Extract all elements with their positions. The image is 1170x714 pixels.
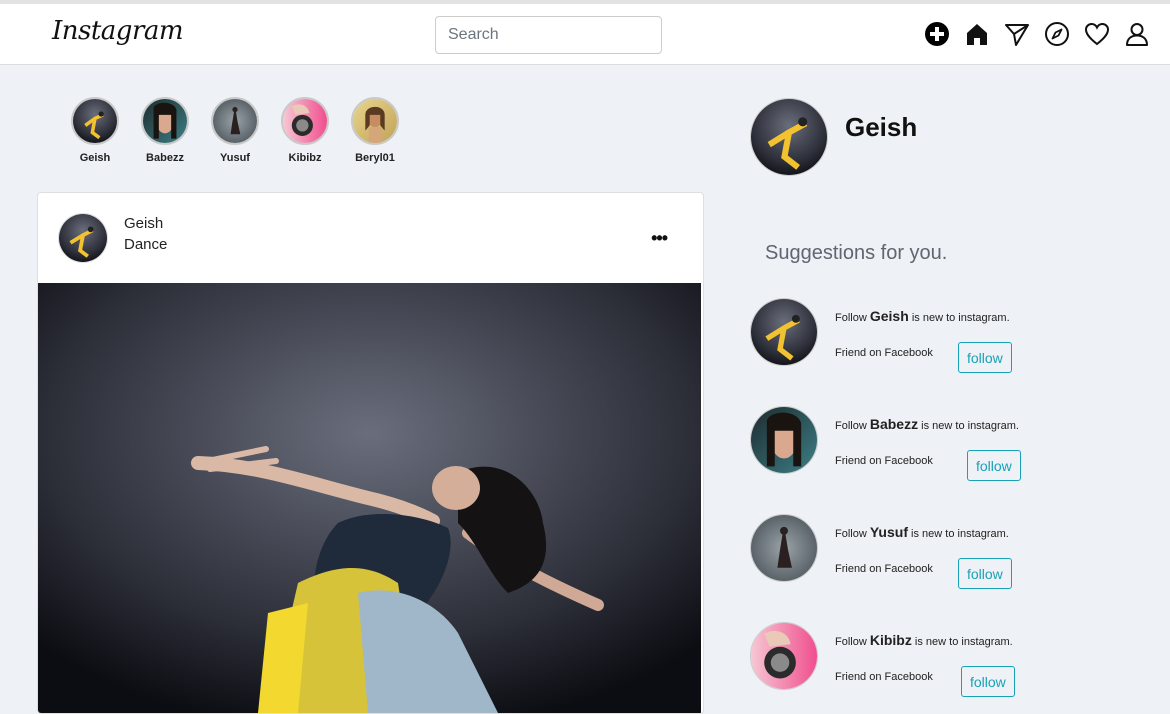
story-item[interactable]: Geish	[60, 97, 130, 164]
suggestion-item: Follow Geish is new to instagram. Friend…	[750, 298, 1150, 378]
user-icon[interactable]	[1124, 21, 1150, 47]
post-image[interactable]	[38, 283, 701, 713]
story-name: Yusuf	[220, 152, 250, 164]
suggestion-username[interactable]: Geish	[870, 308, 909, 324]
suggestion-subtext: Friend on Facebook	[835, 671, 933, 683]
suggestions-title: Suggestions for you.	[765, 242, 948, 264]
suggestion-avatar[interactable]	[750, 514, 818, 582]
follow-button[interactable]: follow	[967, 450, 1021, 481]
story-name: Geish	[79, 152, 111, 164]
story-avatar[interactable]	[351, 97, 399, 145]
suggestion-item: Follow Yusuf is new to instagram. Friend…	[750, 514, 1150, 594]
story-avatar[interactable]	[141, 97, 189, 145]
story-name: Beryl01	[355, 152, 395, 164]
top-navbar: Instagram	[0, 4, 1170, 65]
story-item[interactable]: Babezz	[130, 97, 200, 164]
suggestion-avatar[interactable]	[750, 298, 818, 366]
follow-button[interactable]: follow	[961, 666, 1015, 697]
suggestion-avatar[interactable]	[750, 622, 818, 690]
profile-name[interactable]: Geish	[845, 112, 917, 143]
suggestion-subtext: Friend on Facebook	[835, 347, 933, 359]
search-input[interactable]	[435, 16, 662, 54]
story-item[interactable]: Kibibz	[270, 97, 340, 164]
heart-icon[interactable]	[1084, 21, 1110, 47]
instagram-logo[interactable]: Instagram	[52, 16, 184, 46]
story-item[interactable]: Beryl01	[340, 97, 410, 164]
plus-circle-icon[interactable]	[924, 21, 950, 47]
story-item[interactable]: Yusuf	[200, 97, 270, 164]
story-name: Babezz	[146, 152, 184, 164]
suggestion-subtext: Friend on Facebook	[835, 455, 933, 467]
more-options-icon[interactable]: •••	[651, 229, 668, 247]
suggestion-text: Follow Geish is new to instagram.	[835, 308, 1010, 324]
story-name: Kibibz	[288, 152, 322, 164]
suggestion-subtext: Friend on Facebook	[835, 563, 933, 575]
profile-avatar[interactable]	[750, 98, 828, 176]
post-header: Geish Dance •••	[38, 193, 703, 283]
post-caption: Dance	[124, 236, 168, 253]
story-avatar[interactable]	[71, 97, 119, 145]
story-avatar[interactable]	[211, 97, 259, 145]
post-username[interactable]: Geish	[124, 215, 163, 232]
follow-button[interactable]: follow	[958, 558, 1012, 589]
suggestion-text: Follow Babezz is new to instagram.	[835, 416, 1019, 432]
suggestion-username[interactable]: Kibibz	[870, 632, 912, 648]
home-icon[interactable]	[964, 21, 990, 47]
suggestion-item: Follow Kibibz is new to instagram. Frien…	[750, 622, 1150, 702]
suggestion-username[interactable]: Yusuf	[870, 524, 908, 540]
explore-compass-icon[interactable]	[1044, 21, 1070, 47]
story-avatar[interactable]	[281, 97, 329, 145]
post-card: Geish Dance •••	[37, 192, 704, 714]
suggestion-username[interactable]: Babezz	[870, 416, 918, 432]
post-avatar[interactable]	[58, 213, 108, 263]
follow-button[interactable]: follow	[958, 342, 1012, 373]
suggestion-avatar[interactable]	[750, 406, 818, 474]
stories-bar: Geish Babezz Yusuf Kibibz Beryl01	[60, 97, 410, 164]
nav-icons	[924, 21, 1150, 47]
suggestion-item: Follow Babezz is new to instagram. Frien…	[750, 406, 1150, 486]
suggestion-text: Follow Kibibz is new to instagram.	[835, 632, 1013, 648]
send-icon[interactable]	[1004, 21, 1030, 47]
suggestion-text: Follow Yusuf is new to instagram.	[835, 524, 1009, 540]
